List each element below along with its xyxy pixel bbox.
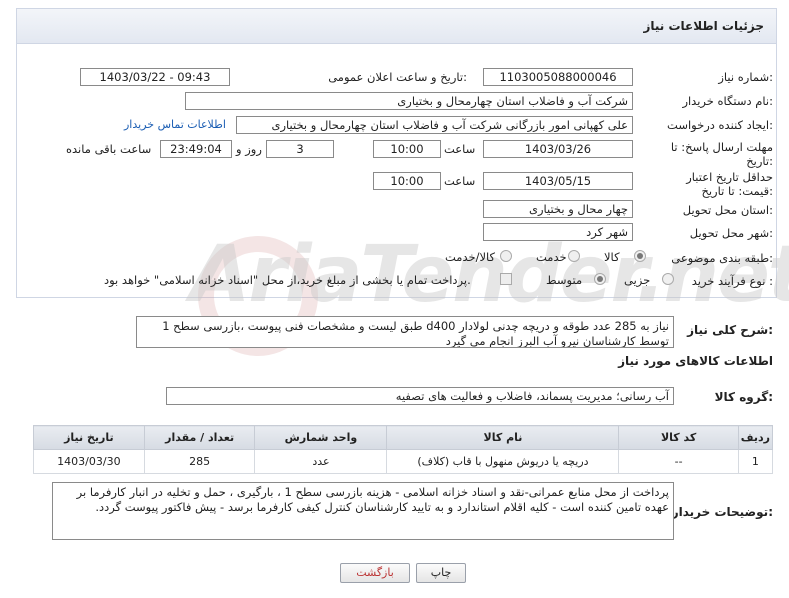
announce-label: تاریخ و ساعت اعلان عمومی: [328, 70, 467, 84]
deadline-label: مهلت ارسال پاسخ: تا تاریخ: [670, 140, 773, 168]
category-service-radio[interactable] [568, 250, 580, 262]
province-field: چهار محال و بختیاری [483, 200, 633, 218]
days-field: 3 [266, 140, 334, 158]
city-label: شهر محل تحویل: [689, 226, 773, 240]
goods-section-title: اطلاعات کالاهای مورد نیاز [618, 354, 773, 368]
goods-table-header: ردیف کد کالا نام کالا واحد شمارش تعداد /… [33, 425, 774, 450]
category-label: طبقه بندی موضوعی: [671, 251, 773, 265]
validity-date-field: 1403/05/15 [483, 172, 633, 190]
creator-field: علی کهپانی امور بازرگانی شرکت آب و فاضلا… [236, 116, 633, 134]
table-row: 1 -- دریچه یا دریوش منهول با قاب (کلاف) … [33, 449, 774, 474]
city-field: شهر کرد [483, 223, 633, 241]
goods-group-field: آب رسانی؛ مدیریت پسماند، فاضلاب و فعالیت… [166, 387, 674, 405]
cell-date: 1403/03/30 [33, 449, 145, 474]
back-button[interactable]: بازگشت [340, 563, 410, 583]
cell-unit: عدد [254, 449, 388, 474]
process-minor-label: جزیی [624, 273, 651, 287]
treasury-checkbox[interactable] [500, 273, 512, 285]
deadline-time-field: 10:00 [373, 140, 441, 158]
announce-field: 1403/03/22 - 09:43 [80, 68, 230, 86]
buyer-field: شرکت آب و فاضلاب استان چهارمحال و بختیار… [185, 92, 633, 110]
print-button[interactable]: چاپ [416, 563, 466, 583]
process-note: پرداخت تمام یا بخشی از مبلغ خرید،از محل … [104, 273, 471, 287]
goods-group-label: گروه کالا: [714, 390, 773, 404]
validity-time-label: ساعت [444, 174, 476, 188]
process-medium-radio[interactable] [594, 273, 606, 285]
col-name: نام کالا [386, 425, 620, 450]
province-label: استان محل تحویل: [682, 203, 773, 217]
cell-row: 1 [737, 449, 774, 474]
need-number-field: 1103005088000046 [483, 68, 633, 86]
col-qty: تعداد / مقدار [143, 425, 256, 450]
goods-table: ردیف کد کالا نام کالا واحد شمارش تعداد /… [33, 425, 774, 474]
col-date: تاریخ نیاز [33, 425, 145, 450]
remaining-time-field: 23:49:04 [160, 140, 232, 158]
page-title: جزئیات اطلاعات نیاز [16, 8, 777, 44]
buyer-label: نام دستگاه خریدار: [682, 94, 773, 108]
description-label: شرح کلی نیاز: [687, 323, 773, 337]
creator-label: ایجاد کننده درخواست: [667, 118, 773, 132]
category-service-label: خدمت [536, 250, 567, 264]
col-code: کد کالا [618, 425, 739, 450]
deadline-date-field: 1403/03/26 [483, 140, 633, 158]
category-goods-radio[interactable] [634, 250, 646, 262]
remaining-label: ساعت باقی مانده [66, 142, 152, 156]
category-goods-label: کالا [604, 250, 620, 264]
deadline-time-label: ساعت [444, 142, 476, 156]
category-both-radio[interactable] [500, 250, 512, 262]
buyer-notes-label: توضیحات خریدار: [671, 505, 773, 519]
need-number-label: شماره نیاز: [718, 70, 773, 84]
process-label: نوع فرآیند خرید : [691, 274, 773, 288]
cell-name: دریچه یا دریوش منهول با قاب (کلاف) [386, 449, 620, 474]
days-label: روز و [236, 142, 262, 156]
category-both-label: کالا/خدمت [445, 250, 496, 264]
description-text: نیاز به 285 عدد طوقه و دریچه چدنی لولادا… [136, 316, 674, 348]
cell-qty: 285 [143, 449, 256, 474]
validity-label: حداقل تاریخ اعتبار قیمت: تا تاریخ: [686, 170, 773, 198]
cell-code: -- [618, 449, 739, 474]
col-unit: واحد شمارش [254, 425, 388, 450]
contact-buyer-link[interactable]: اطلاعات تماس خریدار [124, 118, 226, 131]
validity-time-field: 10:00 [373, 172, 441, 190]
buyer-notes-text: پرداخت از محل منابع عمرانی-نقد و اسناد خ… [52, 482, 674, 540]
col-row: ردیف [737, 425, 774, 450]
process-medium-label: متوسط [546, 273, 583, 287]
process-minor-radio[interactable] [662, 273, 674, 285]
